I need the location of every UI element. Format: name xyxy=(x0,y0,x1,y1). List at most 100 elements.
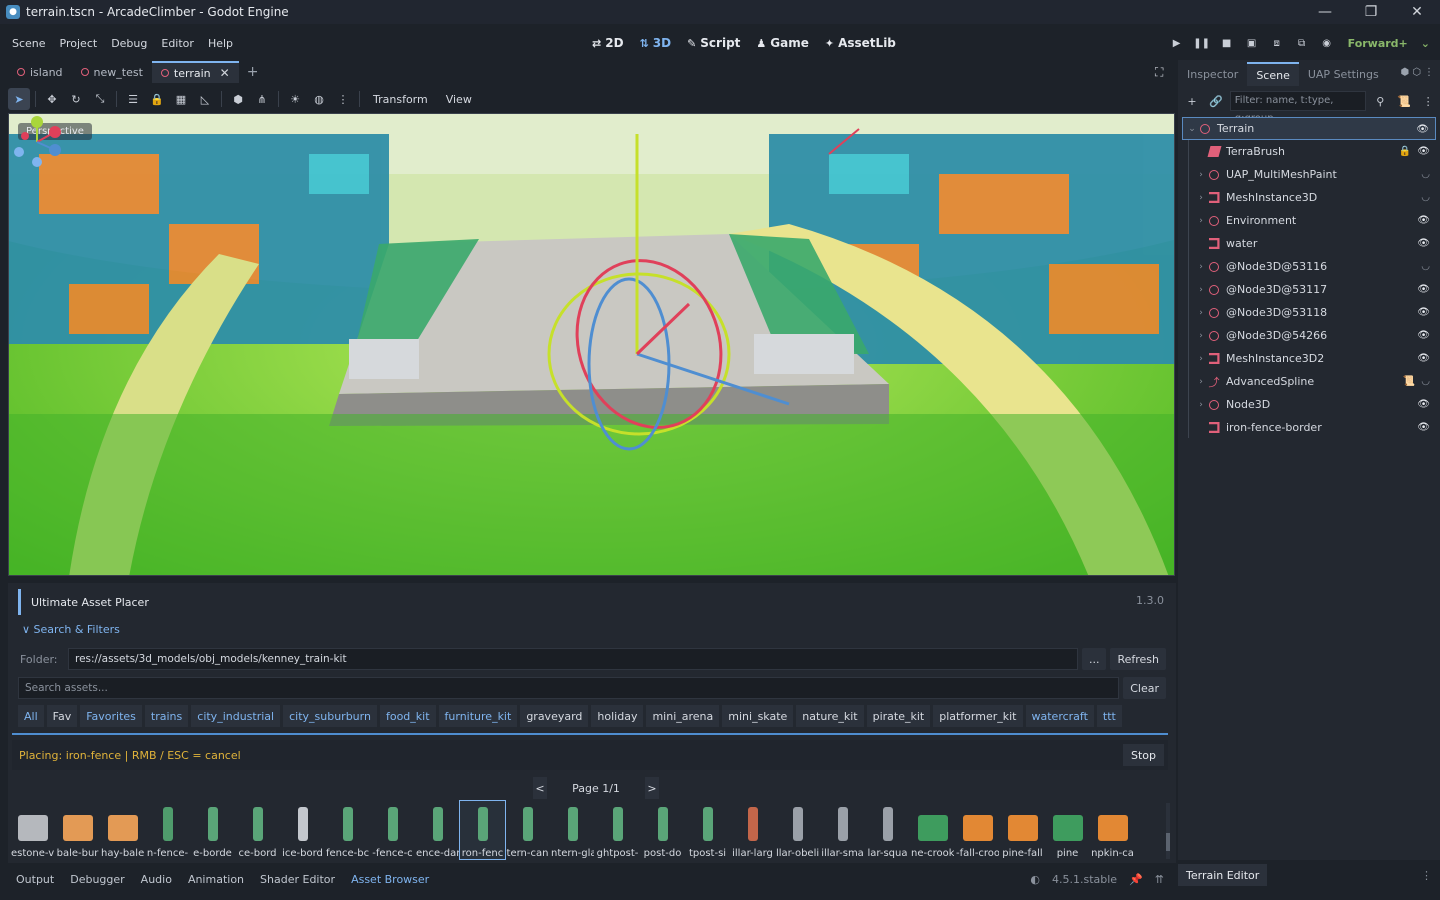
search-filters-toggle[interactable]: ∨ Search & Filters xyxy=(22,623,120,636)
eye-icon[interactable]: 👁 xyxy=(1417,353,1430,364)
scene-tree-node[interactable]: › @Node3D@53118 👁 xyxy=(1182,301,1436,324)
category-food-kit[interactable]: food_kit xyxy=(379,705,436,727)
eye-icon[interactable]: 👁 xyxy=(1416,124,1429,135)
expand-arrow-icon[interactable]: › xyxy=(1194,216,1208,226)
group-icon[interactable]: ▦ xyxy=(170,88,192,110)
workspace-game-button[interactable]: ♟ Game xyxy=(749,36,815,50)
close-tab-icon[interactable]: ✕ xyxy=(220,66,230,80)
search-assets-input[interactable]: Search assets... xyxy=(18,677,1120,699)
tab-inspector[interactable]: Inspector xyxy=(1178,62,1247,86)
list-select-icon[interactable]: ☰ xyxy=(122,88,144,110)
maximize-button[interactable]: ❐ xyxy=(1348,0,1394,24)
pause-icon[interactable]: ❚❚ xyxy=(1193,35,1210,51)
category-all[interactable]: All xyxy=(18,705,44,727)
snap-icon[interactable]: ⋔ xyxy=(251,88,273,110)
category-watercraft[interactable]: watercraft xyxy=(1025,705,1094,727)
asset-thumbnail[interactable]: ron-fenc xyxy=(459,800,506,860)
category-nature-kit[interactable]: nature_kit xyxy=(796,705,864,727)
asset-thumbnail[interactable]: lar-squa xyxy=(865,801,910,859)
transform-menu[interactable]: Transform xyxy=(365,93,436,106)
lock-icon[interactable]: 🔒 xyxy=(1399,146,1411,157)
category-holiday[interactable]: holiday xyxy=(591,705,644,727)
category-furniture-kit[interactable]: furniture_kit xyxy=(438,705,518,727)
menu-editor[interactable]: Editor xyxy=(154,37,201,50)
asset-thumbnail[interactable]: pine xyxy=(1045,801,1090,859)
tab-audio[interactable]: Audio xyxy=(133,873,180,886)
eye-icon[interactable]: 👁 xyxy=(1417,422,1430,433)
dock-settings-icon[interactable]: ⬡ xyxy=(1412,67,1421,78)
asset-thumbnail[interactable]: e-borde xyxy=(190,801,235,859)
close-window-button[interactable]: ✕ xyxy=(1394,0,1440,24)
add-tab-icon[interactable]: + xyxy=(239,64,267,80)
category-fav[interactable]: Fav xyxy=(46,705,78,727)
distraction-free-icon[interactable]: ⛶ xyxy=(1155,65,1169,79)
scene-tab-terrain[interactable]: terrain ✕ xyxy=(151,61,239,83)
ruler-icon[interactable]: ◺ xyxy=(194,88,216,110)
folder-path-field[interactable]: res://assets/3d_models/obj_models/kenney… xyxy=(68,648,1078,670)
next-page-button[interactable]: > xyxy=(645,777,659,799)
eye-closed-icon[interactable]: ◡ xyxy=(1421,169,1430,180)
category-platformer-kit[interactable]: platformer_kit xyxy=(933,705,1023,727)
category-trains[interactable]: trains xyxy=(144,705,189,727)
scene-tree-node[interactable]: › ⤴ AdvancedSpline 📜 ◡ xyxy=(1182,370,1436,393)
scene-tab-island[interactable]: island xyxy=(8,61,72,83)
expand-arrow-icon[interactable]: › xyxy=(1194,400,1208,410)
play-scene-icon[interactable]: ⧈ xyxy=(1269,35,1285,51)
eye-closed-icon[interactable]: ◡ xyxy=(1421,261,1430,272)
environment-preview-icon[interactable]: ◍ xyxy=(308,88,330,110)
scene-tree-node[interactable]: TerraBrush 🔒 👁 xyxy=(1182,140,1436,163)
script-icon[interactable]: 📜 xyxy=(1403,376,1415,387)
workspace-script-button[interactable]: ✎ Script xyxy=(680,36,747,50)
asset-thumbnail[interactable]: ence-dar xyxy=(415,801,460,859)
expand-arrow-icon[interactable]: › xyxy=(1194,377,1208,387)
lock-icon[interactable]: 🔒 xyxy=(146,88,168,110)
category-pirate-kit[interactable]: pirate_kit xyxy=(866,705,931,727)
asset-thumbnail[interactable]: ice-bord xyxy=(280,801,325,859)
tab-animation[interactable]: Animation xyxy=(180,873,252,886)
eye-icon[interactable]: 👁 xyxy=(1417,284,1430,295)
category-graveyard[interactable]: graveyard xyxy=(520,705,589,727)
asset-thumbnail[interactable]: estone-v xyxy=(10,801,55,859)
browse-folder-button[interactable]: ... xyxy=(1081,648,1107,670)
minimize-button[interactable]: — xyxy=(1302,0,1348,24)
menu-debug[interactable]: Debug xyxy=(104,37,154,50)
scene-tree-node[interactable]: › @Node3D@54266 👁 xyxy=(1182,324,1436,347)
asset-thumbnail[interactable]: post-do xyxy=(640,801,685,859)
scene-tree-node[interactable]: iron-fence-border 👁 xyxy=(1182,416,1436,439)
category-city-industrial[interactable]: city_industrial xyxy=(191,705,281,727)
category-mini-arena[interactable]: mini_arena xyxy=(646,705,720,727)
asset-thumbnail[interactable]: ce-bord xyxy=(235,801,280,859)
scene-tree-node[interactable]: › UAP_MultiMeshPaint ◡ xyxy=(1182,163,1436,186)
eye-icon[interactable]: 👁 xyxy=(1417,399,1430,410)
category-mini-skate[interactable]: mini_skate xyxy=(722,705,794,727)
workspace-3d-button[interactable]: ⇅ 3D xyxy=(633,36,679,50)
scene-tree-node[interactable]: › MeshInstance3D ◡ xyxy=(1182,186,1436,209)
expand-arrow-icon[interactable]: › xyxy=(1194,354,1208,364)
asset-thumbnail[interactable]: n-fence- xyxy=(145,801,190,859)
menu-project[interactable]: Project xyxy=(53,37,105,50)
eye-icon[interactable]: 👁 xyxy=(1417,215,1430,226)
expand-arrow-icon[interactable]: ⌄ xyxy=(1185,124,1199,134)
asset-strip-scrollbar[interactable] xyxy=(1166,803,1170,859)
asset-thumbnail[interactable]: ne-crook xyxy=(910,801,955,859)
tab-debugger[interactable]: Debugger xyxy=(62,873,132,886)
more-icon[interactable]: ⋮ xyxy=(1418,90,1438,112)
move-tool-icon[interactable]: ✥ xyxy=(41,88,63,110)
asset-thumbnail[interactable]: ghtpost- xyxy=(595,801,640,859)
tab-asset-browser[interactable]: Asset Browser xyxy=(343,873,437,886)
asset-thumbnail[interactable]: illar-sma xyxy=(820,801,865,859)
more-icon[interactable]: ⋮ xyxy=(1424,67,1434,78)
expand-arrow-icon[interactable]: › xyxy=(1194,193,1208,203)
3d-viewport[interactable]: Perspective xyxy=(8,113,1175,576)
stop-placing-button[interactable]: Stop xyxy=(1122,744,1164,766)
asset-thumbnail[interactable]: illar-larg xyxy=(730,801,775,859)
previous-page-button[interactable]: < xyxy=(533,777,547,799)
expand-arrow-icon[interactable]: › xyxy=(1194,285,1208,295)
expand-arrow-icon[interactable]: › xyxy=(1194,262,1208,272)
tab-output[interactable]: Output xyxy=(8,873,62,886)
eye-icon[interactable]: 👁 xyxy=(1417,330,1430,341)
scene-tree-node[interactable]: water 👁 xyxy=(1182,232,1436,255)
more-options-icon[interactable]: ⋮ xyxy=(332,88,354,110)
asset-thumbnail[interactable]: ntern-gla xyxy=(550,801,595,859)
expand-arrow-icon[interactable]: › xyxy=(1194,308,1208,318)
